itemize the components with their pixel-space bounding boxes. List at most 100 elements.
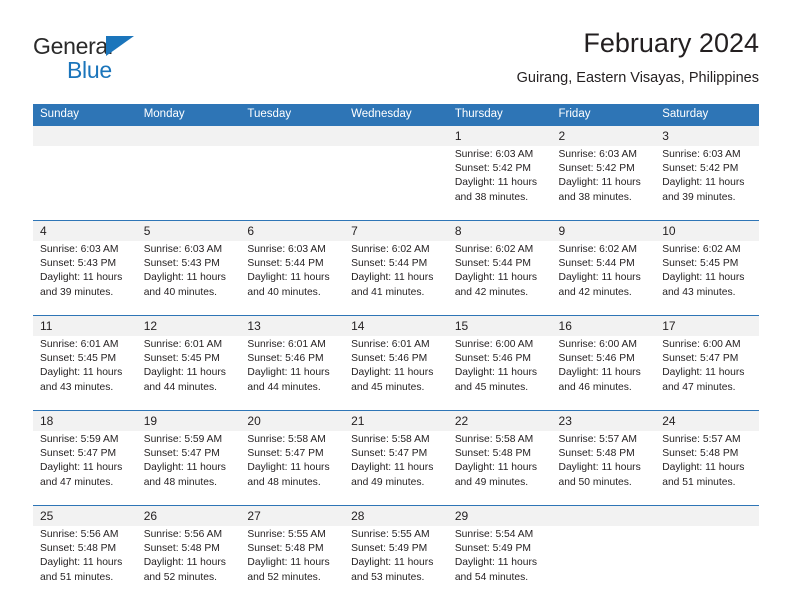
sunrise-text: Sunrise: 6:03 AM [558, 149, 637, 160]
sunrise-text: Sunrise: 6:02 AM [662, 244, 741, 255]
day-cell: Sunrise: 6:00 AM Sunset: 5:46 PM Dayligh… [551, 336, 656, 411]
day-number: 27 [240, 505, 345, 526]
logo-triangle-icon [106, 36, 134, 56]
sunset-text: Sunset: 5:45 PM [40, 353, 117, 365]
sunset-text: Sunset: 5:44 PM [454, 258, 531, 270]
week-row-details: Sunrise: 5:56 AM Sunset: 5:48 PM Dayligh… [33, 526, 759, 600]
daylight-text: Daylight: 11 hours and 50 minutes. [558, 462, 641, 488]
day-number [344, 125, 448, 146]
page-header: General Blue February 2024 Guirang, East… [33, 26, 759, 98]
day-number: 19 [136, 410, 241, 431]
sunset-text: Sunset: 5:44 PM [558, 258, 635, 270]
day-cell: Sunrise: 5:59 AM Sunset: 5:47 PM Dayligh… [136, 431, 241, 506]
day-cell: Sunrise: 6:02 AM Sunset: 5:44 PM Dayligh… [551, 241, 656, 316]
day-cell: Sunrise: 6:02 AM Sunset: 5:45 PM Dayligh… [655, 241, 759, 316]
day-cell: Sunrise: 6:01 AM Sunset: 5:45 PM Dayligh… [136, 336, 241, 411]
sunset-text: Sunset: 5:46 PM [558, 353, 635, 365]
day-cell: Sunrise: 6:02 AM Sunset: 5:44 PM Dayligh… [447, 241, 552, 316]
sunrise-sunset-calendar-table: Sunday Monday Tuesday Wednesday Thursday… [33, 104, 759, 600]
daylight-text: Daylight: 11 hours and 46 minutes. [558, 367, 641, 393]
sunset-text: Sunset: 5:49 PM [454, 543, 531, 555]
daylight-text: Daylight: 11 hours and 44 minutes. [143, 367, 226, 393]
sunrise-text: Sunrise: 5:54 AM [454, 529, 534, 540]
daylight-text: Daylight: 11 hours and 43 minutes. [662, 272, 745, 298]
week-row-details: Sunrise: 6:03 AM Sunset: 5:43 PM Dayligh… [33, 241, 759, 316]
day-cell [33, 146, 137, 221]
daylight-text: Daylight: 11 hours and 54 minutes. [454, 557, 538, 583]
day-number: 11 [33, 315, 137, 336]
sunrise-text: Sunrise: 5:59 AM [40, 434, 119, 445]
day-cell: Sunrise: 5:59 AM Sunset: 5:47 PM Dayligh… [33, 431, 137, 506]
daylight-text: Daylight: 11 hours and 49 minutes. [454, 462, 538, 488]
sunset-text: Sunset: 5:42 PM [558, 163, 635, 175]
day-number: 14 [344, 315, 448, 336]
sunrise-text: Sunrise: 6:02 AM [454, 244, 534, 255]
sunrise-text: Sunrise: 5:57 AM [662, 434, 741, 445]
day-cell: Sunrise: 6:01 AM Sunset: 5:45 PM Dayligh… [33, 336, 137, 411]
sunset-text: Sunset: 5:48 PM [454, 448, 531, 460]
sunset-text: Sunset: 5:48 PM [558, 448, 635, 460]
sunset-text: Sunset: 5:44 PM [247, 258, 324, 270]
week-row-details: Sunrise: 6:03 AM Sunset: 5:42 PM Dayligh… [33, 146, 759, 221]
sunset-text: Sunset: 5:45 PM [143, 353, 220, 365]
daylight-text: Daylight: 11 hours and 38 minutes. [454, 177, 538, 203]
daylight-text: Daylight: 11 hours and 47 minutes. [40, 462, 123, 488]
day-cell [551, 526, 656, 600]
daylight-text: Daylight: 11 hours and 38 minutes. [558, 177, 641, 203]
day-number: 10 [655, 220, 759, 241]
sunset-text: Sunset: 5:47 PM [247, 448, 324, 460]
day-cell: Sunrise: 5:56 AM Sunset: 5:48 PM Dayligh… [33, 526, 137, 600]
logo-text-general: General [33, 33, 113, 59]
day-number: 1 [447, 125, 552, 146]
day-number: 9 [551, 220, 656, 241]
day-number [136, 125, 241, 146]
day-number: 2 [551, 125, 656, 146]
logo-top-row: General [33, 34, 223, 58]
week-row-daynumbers: 1 2 3 [33, 125, 759, 146]
week-row-daynumbers: 18 19 20 21 22 23 24 [33, 410, 759, 431]
day-number [551, 505, 656, 526]
sunset-text: Sunset: 5:48 PM [662, 448, 739, 460]
day-number: 15 [447, 315, 552, 336]
sunrise-text: Sunrise: 5:56 AM [40, 529, 119, 540]
sunset-text: Sunset: 5:42 PM [454, 163, 531, 175]
week-row-daynumbers: 25 26 27 28 29 [33, 505, 759, 526]
weekday-header-wednesday: Wednesday [344, 104, 448, 126]
day-cell: Sunrise: 6:03 AM Sunset: 5:42 PM Dayligh… [655, 146, 759, 221]
sunset-text: Sunset: 5:48 PM [40, 543, 117, 555]
daylight-text: Daylight: 11 hours and 47 minutes. [662, 367, 745, 393]
daylight-text: Daylight: 11 hours and 39 minutes. [40, 272, 123, 298]
logo-text-blue: Blue [67, 57, 112, 83]
daylight-text: Daylight: 11 hours and 51 minutes. [662, 462, 745, 488]
day-cell: Sunrise: 6:00 AM Sunset: 5:47 PM Dayligh… [655, 336, 759, 411]
daylight-text: Daylight: 11 hours and 45 minutes. [351, 367, 434, 393]
day-number: 16 [551, 315, 656, 336]
sunrise-text: Sunrise: 5:57 AM [558, 434, 637, 445]
sunrise-text: Sunrise: 5:58 AM [351, 434, 430, 445]
day-cell [136, 146, 241, 221]
day-number [33, 125, 137, 146]
page-title: February 2024 [583, 28, 759, 58]
sunrise-text: Sunrise: 6:00 AM [454, 339, 534, 350]
sunrise-text: Sunrise: 6:01 AM [143, 339, 223, 350]
sunrise-text: Sunrise: 6:01 AM [351, 339, 430, 350]
day-cell [655, 526, 759, 600]
day-number: 17 [655, 315, 759, 336]
sunrise-text: Sunrise: 6:02 AM [351, 244, 430, 255]
day-number: 3 [655, 125, 759, 146]
day-cell: Sunrise: 6:03 AM Sunset: 5:42 PM Dayligh… [447, 146, 552, 221]
day-number: 5 [136, 220, 241, 241]
sunrise-text: Sunrise: 6:02 AM [558, 244, 637, 255]
weekday-header-sunday: Sunday [33, 104, 137, 126]
sunrise-text: Sunrise: 5:55 AM [247, 529, 326, 540]
weekday-header-saturday: Saturday [655, 104, 759, 126]
sunset-text: Sunset: 5:43 PM [143, 258, 220, 270]
day-cell: Sunrise: 6:03 AM Sunset: 5:43 PM Dayligh… [136, 241, 241, 316]
sunrise-text: Sunrise: 5:59 AM [143, 434, 223, 445]
sunrise-text: Sunrise: 6:03 AM [454, 149, 534, 160]
day-number: 20 [240, 410, 345, 431]
weekday-header-thursday: Thursday [447, 104, 552, 126]
daylight-text: Daylight: 11 hours and 43 minutes. [40, 367, 123, 393]
day-cell: Sunrise: 5:58 AM Sunset: 5:48 PM Dayligh… [447, 431, 552, 506]
day-cell: Sunrise: 5:57 AM Sunset: 5:48 PM Dayligh… [655, 431, 759, 506]
